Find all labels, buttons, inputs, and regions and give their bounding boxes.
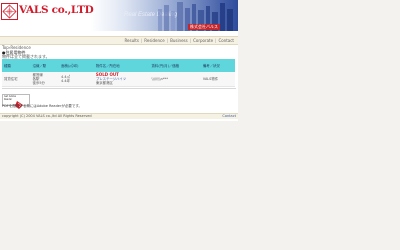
top-navigation: Results | Residence | Business | Corpora… <box>0 36 238 45</box>
col-property-header: 物件名／所在地 <box>93 59 150 72</box>
logo-icon <box>1 3 18 20</box>
col-price-header: 賃料(円/月)／価格 <box>149 59 201 72</box>
adobe-reader-label: Get Adobe Reader <box>4 95 17 101</box>
divider <box>2 88 236 89</box>
table-row[interactable]: 賃貸住宅 都営線 各駅 徒歩5分 4.4㎡ 4.4坪 SOLD OUT プレステ… <box>2 72 235 87</box>
nav-corporate[interactable]: Corporate <box>191 37 215 44</box>
cell-area: 4.4㎡ 4.4坪 <box>59 72 94 87</box>
nav-business[interactable]: Business <box>168 37 190 44</box>
property-address: 東京都港区 <box>95 81 113 85</box>
footer: copyright (C) 2004 VALS co.,ltd All Righ… <box>0 113 238 119</box>
cell-property[interactable]: SOLD OUT プレステージハイツ 東京都港区 <box>93 72 150 87</box>
header-banner: VALS co.,LTD Real Estate Dealing 株式会社バルス <box>0 0 238 31</box>
col-remarks-header: 備考／状況 <box>200 59 235 72</box>
footer-contact-link[interactable]: Contact <box>222 114 236 119</box>
col-area-header: 面積(㎡/坪) <box>59 59 94 72</box>
nav-results[interactable]: Results <box>122 37 140 44</box>
reader-notice: PDFを閲覧する為にはAdobe Readerが必要です。 <box>2 104 83 108</box>
cell-station: 都営線 各駅 徒歩5分 <box>30 72 60 87</box>
nav-residence[interactable]: Residence <box>142 37 166 44</box>
nav-contact[interactable]: Contact <box>216 37 236 44</box>
copyright-text: copyright (C) 2004 VALS co.,ltd All Righ… <box>2 114 92 118</box>
page-frame: VALS co.,LTD Real Estate Dealing 株式会社バルス… <box>0 0 238 121</box>
col-station-header: 沿線／駅 <box>30 59 60 72</box>
cell-remarks: VALS物件 <box>200 72 235 87</box>
col-type-header: 種類 <box>2 59 31 72</box>
company-logo-text: VALS co.,LTD <box>19 4 94 16</box>
cell-type: 賃貸住宅 <box>2 72 31 87</box>
table-header-row: 種類 沿線／駅 面積(㎡/坪) 物件名／所在地 賃料(円/月)／価格 備考／状況 <box>2 59 235 72</box>
property-table: 種類 沿線／駅 面積(㎡/坪) 物件名／所在地 賃料(円/月)／価格 備考／状況… <box>2 59 235 87</box>
brand-label-jp: 株式会社バルス <box>188 24 220 30</box>
cell-price: \\\\\\\\n*** <box>149 72 201 87</box>
